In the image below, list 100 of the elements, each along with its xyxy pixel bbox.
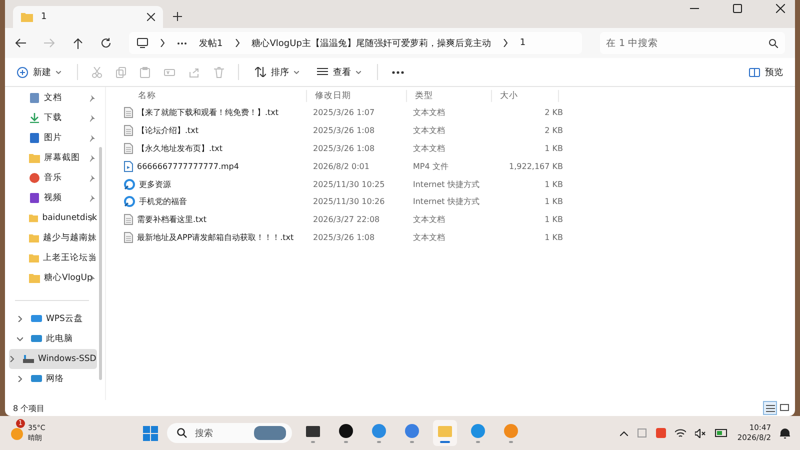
drive-icon bbox=[23, 355, 34, 363]
item-count: 8 个项目 bbox=[13, 402, 45, 414]
file-type: Internet 快捷方式 bbox=[412, 196, 480, 208]
tree-item[interactable]: 此电脑 bbox=[9, 329, 97, 349]
file-name[interactable]: 6666667777777777.mp4 bbox=[137, 162, 239, 171]
file-type: 文本文档 bbox=[412, 125, 446, 136]
search-icon bbox=[769, 38, 778, 48]
file-name[interactable]: 【来了就能下载和观看！纯免费！】.txt bbox=[137, 107, 279, 118]
tree-item[interactable]: Windows-SSD bbox=[9, 349, 97, 369]
wifi-icon[interactable] bbox=[675, 428, 686, 438]
column-header[interactable]: 名称 bbox=[118, 90, 307, 102]
sidebar-item[interactable]: 图片 bbox=[9, 128, 97, 148]
scrollbar[interactable] bbox=[99, 147, 102, 380]
tiles-icon bbox=[780, 404, 788, 412]
start-icon[interactable] bbox=[142, 426, 158, 440]
text-file-icon bbox=[124, 107, 133, 118]
close-icon[interactable] bbox=[147, 13, 155, 21]
modified-date: 2025/11/30 10:25 bbox=[312, 180, 386, 189]
file-size: 1,922,167 KB bbox=[508, 162, 564, 171]
modified-date: 2025/3/26 1:07 bbox=[312, 108, 376, 118]
address-bar[interactable]: 发帖1 糖心VlogUp主【温温兔】尾随强奸可爱萝莉，操爽后竟主动 1 bbox=[129, 32, 582, 54]
sidebar-item[interactable]: 文档 bbox=[9, 88, 97, 108]
search-field[interactable]: 在 1 中搜索 bbox=[600, 32, 785, 54]
tree-item[interactable]: 网络 bbox=[9, 369, 97, 389]
search-icon bbox=[176, 428, 187, 438]
window-tab[interactable]: 1 bbox=[13, 6, 163, 28]
chevron-icon[interactable] bbox=[17, 376, 23, 382]
pin-icon[interactable] bbox=[88, 234, 95, 242]
file-type: 文本文档 bbox=[412, 142, 446, 154]
taskbar-search-field[interactable]: 搜索 bbox=[166, 423, 292, 443]
refresh-icon[interactable] bbox=[101, 38, 111, 48]
chevron-up-icon[interactable] bbox=[620, 430, 628, 436]
maximize-icon[interactable] bbox=[733, 4, 742, 12]
tab-title: 1 bbox=[41, 12, 48, 22]
text-file-icon bbox=[124, 125, 133, 136]
column-header[interactable]: 类型 bbox=[407, 90, 492, 102]
up-arrow-icon[interactable] bbox=[73, 38, 83, 48]
bell-icon[interactable] bbox=[780, 428, 790, 438]
more-icon[interactable] bbox=[177, 42, 187, 44]
details-icon bbox=[766, 404, 774, 412]
modified-date: 2026/8/2 0:01 bbox=[312, 162, 370, 171]
sidebar-item[interactable]: baidunetdisk bbox=[9, 208, 97, 228]
battery-icon[interactable] bbox=[715, 429, 728, 437]
download-icon bbox=[29, 113, 40, 123]
file-type: MP4 文件 bbox=[412, 160, 450, 172]
sun-icon bbox=[10, 426, 24, 440]
sidebar-item[interactable]: 音乐 bbox=[9, 168, 97, 188]
file-size: 1 KB bbox=[544, 215, 564, 224]
monitor-icon bbox=[137, 38, 148, 48]
file-type: 文本文档 bbox=[412, 107, 446, 118]
muted-speaker-icon[interactable] bbox=[695, 428, 706, 438]
more-icon[interactable] bbox=[392, 70, 404, 74]
pin-icon[interactable] bbox=[88, 214, 95, 222]
modified-date: 2025/3/26 1:08 bbox=[312, 232, 376, 242]
file-name[interactable]: 【论坛介绍】.txt bbox=[137, 125, 199, 136]
file-size: 1 KB bbox=[544, 180, 564, 189]
breadcrumb[interactable]: 发帖1 bbox=[199, 36, 223, 50]
column-header[interactable]: 大小 bbox=[492, 90, 559, 102]
chevron-icon bbox=[502, 39, 508, 47]
text-file-icon bbox=[124, 142, 133, 154]
file-name[interactable]: 【永久地址发布页】.txt bbox=[137, 142, 223, 154]
file-name[interactable]: 更多资源 bbox=[139, 178, 171, 190]
file-type: 文本文档 bbox=[412, 214, 446, 226]
sort-button[interactable]: 排序 bbox=[253, 64, 301, 80]
caret-icon bbox=[56, 70, 61, 74]
breadcrumb[interactable]: 糖心VlogUp主【温温兔】尾随强奸可爱萝莉，操爽后竟主动 bbox=[252, 36, 491, 50]
tray-app-icon[interactable] bbox=[656, 428, 666, 438]
chevron-icon[interactable] bbox=[17, 336, 23, 342]
file-size: 1 KB bbox=[544, 197, 564, 206]
file-size: 1 KB bbox=[544, 144, 564, 153]
sidebar-item[interactable]: 视频 bbox=[9, 188, 97, 208]
details-view-button[interactable] bbox=[763, 401, 777, 415]
tree-item[interactable]: WPS云盘 bbox=[9, 309, 97, 329]
chevron-icon[interactable] bbox=[9, 356, 15, 362]
file-size: 1 KB bbox=[544, 232, 564, 242]
pin-icon[interactable] bbox=[88, 254, 95, 262]
breadcrumb[interactable]: 1 bbox=[520, 38, 526, 48]
file-name[interactable]: 最新地址及APP请发邮箱自动获取！！！.txt bbox=[137, 232, 294, 243]
view-button[interactable]: 查看 bbox=[315, 64, 363, 80]
search-highlight-image bbox=[254, 426, 286, 440]
globe-shortcut-icon bbox=[124, 178, 135, 190]
plus-circle-icon bbox=[17, 66, 28, 78]
column-header[interactable]: 修改日期 bbox=[307, 90, 407, 102]
back-arrow-icon[interactable] bbox=[15, 38, 26, 48]
sidebar-item[interactable]: 屏幕截图 bbox=[9, 148, 97, 168]
lines-icon bbox=[317, 68, 328, 76]
sidebar-item[interactable]: 糖心VlogUp bbox=[9, 268, 97, 288]
file-name[interactable]: 需要补档看这里.txt bbox=[137, 214, 207, 226]
sidebar-item[interactable]: 下载 bbox=[9, 108, 97, 128]
text-file-icon bbox=[124, 232, 133, 243]
modified-date: 2025/3/26 1:08 bbox=[312, 144, 376, 153]
video-file-icon bbox=[124, 160, 133, 172]
close-icon[interactable] bbox=[776, 4, 785, 12]
chevron-icon[interactable] bbox=[17, 316, 23, 322]
chevron-icon bbox=[160, 39, 165, 47]
file-name[interactable]: 手机党的福音 bbox=[139, 196, 187, 208]
modified-date: 2025/3/26 1:08 bbox=[312, 126, 376, 136]
preview-button[interactable]: 预览 bbox=[747, 64, 785, 80]
new-button[interactable]: 新建 bbox=[15, 64, 63, 80]
new-tab-icon[interactable] bbox=[173, 12, 182, 21]
